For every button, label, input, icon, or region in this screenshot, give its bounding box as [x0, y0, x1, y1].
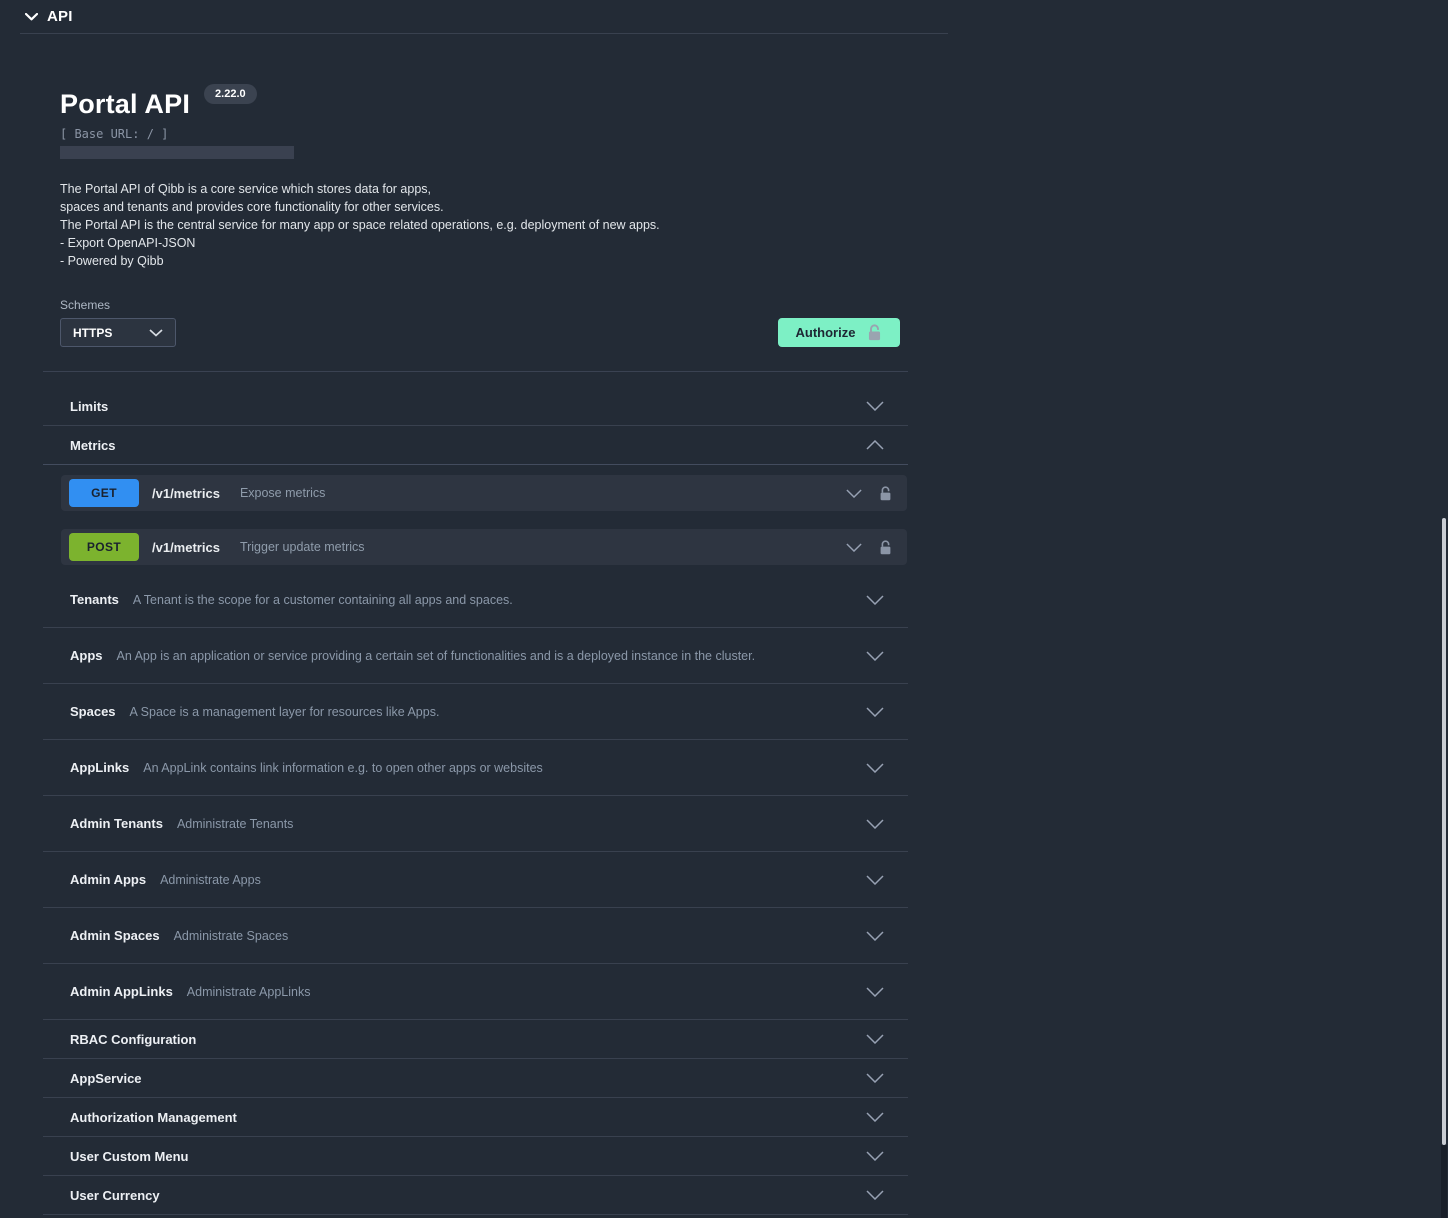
tag-list: Limits Metrics GET /v1/metrics Expose me… — [43, 387, 908, 1215]
tag-title: Apps — [70, 648, 103, 663]
description-line: - Export OpenAPI-JSON — [60, 234, 908, 252]
endpoint-get-v1-metrics[interactable]: GET /v1/metrics Expose metrics — [61, 475, 907, 511]
schemes-divider — [43, 371, 908, 372]
tag-title: Admin Tenants — [70, 816, 163, 831]
tag-title: Metrics — [70, 438, 116, 453]
swagger-api-page: API Portal API 2.22.0 [ Base URL: / ] Th… — [0, 0, 1448, 1218]
tag-title: Spaces — [70, 704, 116, 719]
chevron-down-icon[interactable] — [866, 819, 884, 829]
metrics-endpoints: GET /v1/metrics Expose metrics — [61, 475, 907, 565]
tag-section-spaces[interactable]: Spaces A Space is a management layer for… — [43, 684, 908, 740]
tag-title: User Custom Menu — [70, 1149, 188, 1164]
tag-section-admin-apps[interactable]: Admin Apps Administrate Apps — [43, 852, 908, 908]
chevron-down-icon — [149, 324, 163, 342]
chevron-down-icon[interactable] — [866, 707, 884, 717]
endpoint-path: /v1/metrics — [152, 486, 220, 501]
description-line: The Portal API of Qibb is a core service… — [60, 180, 908, 198]
tag-description: A Space is a management layer for resour… — [130, 705, 440, 719]
chevron-down-icon[interactable] — [866, 1073, 884, 1083]
tag-section-tenants[interactable]: Tenants A Tenant is the scope for a cust… — [43, 572, 908, 628]
endpoint-path: /v1/metrics — [152, 540, 220, 555]
authorize-button[interactable]: Authorize — [778, 318, 900, 347]
api-description: The Portal API of Qibb is a core service… — [60, 180, 908, 270]
chevron-down-icon[interactable] — [866, 987, 884, 997]
chevron-down-icon[interactable] — [25, 13, 38, 21]
api-panel-title: API — [47, 8, 73, 25]
tag-section-user-custom-menu[interactable]: User Custom Menu — [43, 1137, 908, 1176]
api-panel-header[interactable]: API — [0, 0, 1448, 33]
chevron-down-icon[interactable] — [866, 763, 884, 773]
tag-title: RBAC Configuration — [70, 1032, 196, 1047]
tag-section-authorization-management[interactable]: Authorization Management — [43, 1098, 908, 1137]
tag-title: AppService — [70, 1071, 142, 1086]
tag-section-applinks[interactable]: AppLinks An AppLink contains link inform… — [43, 740, 908, 796]
chevron-down-icon[interactable] — [866, 1112, 884, 1122]
tag-section-appservice[interactable]: AppService — [43, 1059, 908, 1098]
api-info: Portal API 2.22.0 [ Base URL: / ] The Po… — [43, 88, 908, 270]
description-line: - Powered by Qibb — [60, 252, 908, 270]
chevron-down-icon[interactable] — [866, 1190, 884, 1200]
tag-description: Administrate Apps — [160, 873, 261, 887]
tag-title: Tenants — [70, 592, 119, 607]
scheme-selected-value: HTTPS — [73, 326, 112, 340]
schemes-label: Schemes — [60, 298, 176, 312]
tag-description: Administrate Tenants — [177, 817, 294, 831]
unlock-icon[interactable] — [879, 540, 892, 555]
chevron-down-icon[interactable] — [846, 489, 862, 498]
tag-section-metrics[interactable]: Metrics — [43, 426, 908, 465]
description-line: The Portal API is the central service fo… — [60, 216, 908, 234]
base-url: [ Base URL: / ] — [60, 127, 908, 141]
tag-title: Authorization Management — [70, 1110, 237, 1125]
scrollbar-track[interactable] — [1441, 1145, 1447, 1218]
tag-description: Administrate AppLinks — [187, 985, 311, 999]
tag-title: Limits — [70, 399, 108, 414]
scheme-auth-row: Schemes HTTPS Authorize — [43, 298, 908, 347]
tag-title: Admin Spaces — [70, 928, 160, 943]
scrollbar-thumb[interactable] — [1442, 518, 1446, 1145]
spec-link-redacted — [60, 146, 294, 159]
scheme-select[interactable]: HTTPS — [60, 318, 176, 347]
schemes-group: Schemes HTTPS — [60, 298, 176, 347]
method-badge-get: GET — [69, 479, 139, 507]
chevron-down-icon[interactable] — [866, 1034, 884, 1044]
chevron-down-icon[interactable] — [846, 543, 862, 552]
tag-section-limits[interactable]: Limits — [43, 387, 908, 426]
tag-title: AppLinks — [70, 760, 129, 775]
tag-description: An AppLink contains link information e.g… — [143, 761, 543, 775]
tag-section-admin-spaces[interactable]: Admin Spaces Administrate Spaces — [43, 908, 908, 964]
tag-section-admin-applinks[interactable]: Admin AppLinks Administrate AppLinks — [43, 964, 908, 1020]
tag-section-admin-tenants[interactable]: Admin Tenants Administrate Tenants — [43, 796, 908, 852]
unlock-icon — [867, 324, 882, 341]
authorize-label: Authorize — [796, 325, 856, 340]
method-badge-post: POST — [69, 533, 139, 561]
chevron-down-icon[interactable] — [866, 1151, 884, 1161]
endpoint-summary: Trigger update metrics — [240, 540, 365, 554]
chevron-down-icon[interactable] — [866, 401, 884, 411]
chevron-up-icon[interactable] — [866, 440, 884, 450]
chevron-down-icon[interactable] — [866, 931, 884, 941]
swagger-content: Portal API 2.22.0 [ Base URL: / ] The Po… — [43, 33, 908, 1215]
tag-title: User Currency — [70, 1188, 160, 1203]
unlock-icon[interactable] — [879, 486, 892, 501]
version-badge: 2.22.0 — [204, 84, 257, 104]
tag-description: Administrate Spaces — [174, 929, 289, 943]
tag-section-user-currency[interactable]: User Currency — [43, 1176, 908, 1215]
tag-description: An App is an application or service prov… — [117, 649, 756, 663]
tag-section-apps[interactable]: Apps An App is an application or service… — [43, 628, 908, 684]
chevron-down-icon[interactable] — [866, 651, 884, 661]
tag-title: Admin Apps — [70, 872, 146, 887]
endpoint-summary: Expose metrics — [240, 486, 325, 500]
tag-section-rbac-configuration[interactable]: RBAC Configuration — [43, 1020, 908, 1059]
chevron-down-icon[interactable] — [866, 595, 884, 605]
page-title: Portal API — [60, 88, 190, 120]
chevron-down-icon[interactable] — [866, 875, 884, 885]
endpoint-post-v1-metrics[interactable]: POST /v1/metrics Trigger update metrics — [61, 529, 907, 565]
description-line: spaces and tenants and provides core fun… — [60, 198, 908, 216]
tag-title: Admin AppLinks — [70, 984, 173, 999]
tag-description: A Tenant is the scope for a customer con… — [133, 593, 513, 607]
